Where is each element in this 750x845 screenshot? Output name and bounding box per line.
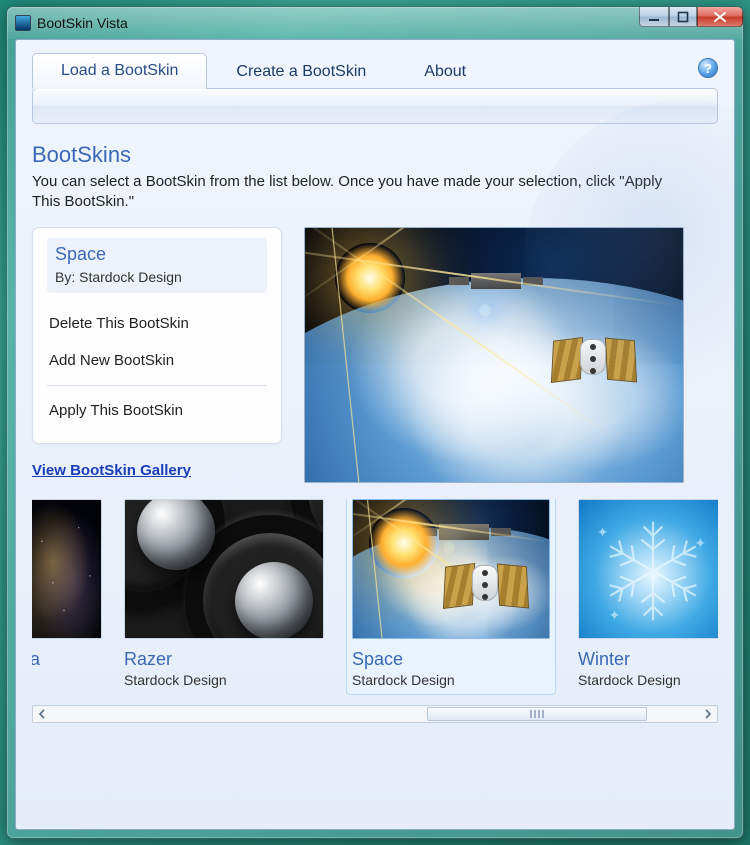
chevron-left-icon [38, 709, 46, 719]
window-controls [639, 7, 743, 27]
button-label: Apply This BootSkin [49, 402, 183, 419]
help-button[interactable]: ? [698, 58, 718, 78]
thumbnail-item[interactable]: ✦ ✦ ✦ Winter Stardock Design [578, 499, 718, 695]
scroll-left-button[interactable] [33, 706, 51, 722]
thumbnail-list[interactable]: la Razer Stardock Design [32, 499, 718, 695]
window-title: BootSkin Vista [37, 15, 128, 31]
thumbnail-title: la [32, 649, 102, 670]
button-label: Delete This BootSkin [49, 315, 189, 332]
titlebar[interactable]: BootSkin Vista [7, 7, 743, 39]
close-button[interactable] [697, 7, 743, 27]
thumbnail-item-selected[interactable]: Space Stardock Design [346, 499, 556, 695]
space-scene [305, 228, 683, 482]
scroll-thumb[interactable] [427, 707, 647, 721]
skin-preview [304, 227, 684, 483]
skin-side-panel: Space By: Stardock Design Delete This Bo… [32, 227, 282, 444]
section-heading: BootSkins [32, 142, 718, 168]
thumbnail-item[interactable]: Razer Stardock Design [124, 499, 324, 695]
details-row: Space By: Stardock Design Delete This Bo… [32, 227, 718, 483]
delete-bootskin-button[interactable]: Delete This BootSkin [47, 305, 267, 342]
close-icon [713, 11, 727, 23]
thumbnail-image [352, 499, 550, 639]
thumbnail-author: Stardock Design [124, 672, 324, 688]
divider [47, 385, 267, 386]
thumbnail-strip: la Razer Stardock Design [32, 499, 718, 723]
author-prefix: By: [55, 269, 79, 285]
tabs: Load a BootSkin Create a BootSkin About … [32, 52, 718, 88]
maximize-button[interactable] [669, 7, 697, 27]
tab-label: Create a BootSkin [236, 63, 366, 80]
thumbnail-image: ✦ ✦ ✦ [578, 499, 718, 639]
selected-skin-title: Space [55, 244, 259, 265]
thumbnail-author: Stardock Design [352, 672, 550, 688]
link-label: View BootSkin Gallery [32, 462, 191, 479]
add-bootskin-button[interactable]: Add New BootSkin [47, 342, 267, 379]
tab-create-bootskin[interactable]: Create a BootSkin [207, 54, 395, 89]
view-gallery-link[interactable]: View BootSkin Gallery [32, 462, 191, 479]
horizontal-scrollbar[interactable] [32, 705, 718, 723]
minimize-icon [648, 11, 660, 23]
skin-header: Space By: Stardock Design [47, 238, 267, 293]
tab-label: Load a BootSkin [61, 62, 178, 79]
toolbar-strip [32, 88, 718, 124]
thumbnail-title: Space [352, 649, 550, 670]
thumbnail-title: Winter [578, 649, 718, 670]
chevron-right-icon [704, 709, 712, 719]
grip-icon [530, 710, 544, 718]
scroll-right-button[interactable] [699, 706, 717, 722]
author-name: Stardock Design [79, 269, 182, 285]
thumbnail-author: Stardock Design [578, 672, 718, 688]
minimize-button[interactable] [639, 7, 669, 27]
app-window: BootSkin Vista Load a BootSkin Create a … [6, 6, 744, 839]
client-area: Load a BootSkin Create a BootSkin About … [15, 39, 735, 830]
tab-load-bootskin[interactable]: Load a BootSkin [32, 53, 207, 89]
tab-about[interactable]: About [395, 54, 495, 89]
scroll-track[interactable] [51, 706, 699, 722]
selected-skin-author: By: Stardock Design [55, 269, 259, 285]
side-column: Space By: Stardock Design Delete This Bo… [32, 227, 282, 480]
apply-bootskin-button[interactable]: Apply This BootSkin [47, 392, 267, 429]
tab-label: About [424, 63, 466, 80]
thumbnail-title: Razer [124, 649, 324, 670]
thumbnail-item[interactable]: la [32, 499, 102, 695]
thumbnail-image [32, 499, 102, 639]
maximize-icon [677, 11, 689, 23]
button-label: Add New BootSkin [49, 352, 174, 369]
app-icon [15, 15, 31, 31]
section-description: You can select a BootSkin from the list … [32, 172, 692, 213]
help-icon: ? [704, 61, 712, 76]
thumbnail-image [124, 499, 324, 639]
